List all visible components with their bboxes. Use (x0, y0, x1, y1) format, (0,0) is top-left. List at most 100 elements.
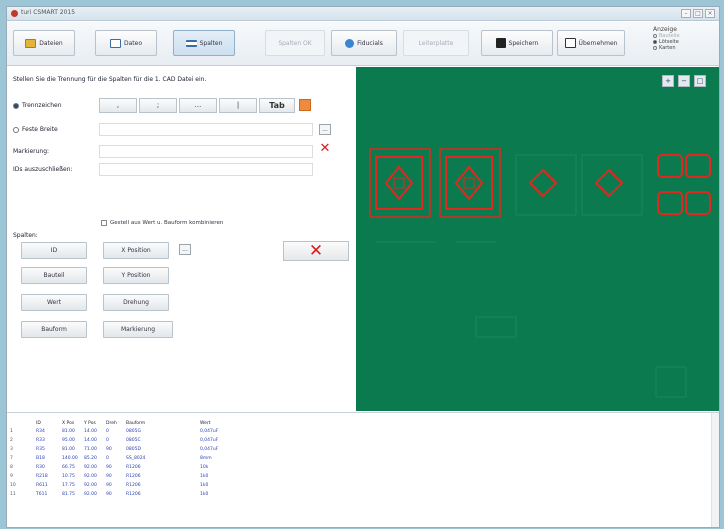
separator-comma-button[interactable]: , (99, 98, 137, 113)
dateo-button[interactable]: Dateo (95, 30, 157, 56)
dateo-label: Dateo (123, 39, 142, 47)
table-cell: 8 (10, 465, 13, 470)
table-cell: 0805G (126, 429, 141, 434)
toolbar: Dateien Dateo Spalten Spalten OK Fiducia… (7, 22, 719, 66)
column-y-position-button[interactable]: Y Position (103, 267, 169, 284)
separator-color-indicator (299, 99, 311, 111)
leiterplatte-button[interactable]: Leiterplatte (403, 30, 469, 56)
table-cell: 10k (200, 465, 209, 470)
table-cell: R218 (36, 474, 48, 479)
table-cell: 14.00 (84, 429, 97, 434)
anzeige-group: Anzeige Bauteile Lötseite Karten (653, 26, 711, 51)
table-cell: 1k0 (200, 474, 209, 479)
table-row[interactable]: 9 R218 10.75 92.00 90 R1206 1k0 (7, 472, 257, 481)
window-controls: – □ × (681, 9, 715, 18)
window-title: turi CSMART 2015 (21, 9, 76, 16)
column-markierung-button[interactable]: Markierung (103, 321, 173, 338)
column-bauform-button[interactable]: Bauform (21, 321, 87, 338)
table-scrollbar[interactable] (711, 413, 719, 527)
checkbox-icon (101, 220, 107, 226)
table-cell: 0 (106, 456, 109, 461)
column-bauteil-button[interactable]: Bauteil (21, 267, 87, 284)
table-cell: R1206 (126, 465, 141, 470)
exclude-ids-input[interactable] (99, 163, 313, 176)
fixed-width-input[interactable] (99, 123, 313, 136)
table-row[interactable]: 11 T611 81.75 92.00 90 R1206 1k0 (7, 490, 257, 499)
radio-icon (13, 126, 19, 133)
footprint-2 (439, 148, 501, 218)
marker-input[interactable] (99, 145, 313, 158)
fixed-width-option[interactable]: Feste Breite (13, 126, 58, 133)
merge-checkbox-row[interactable]: Gestell aus Wert u. Bauform kombinieren (101, 220, 223, 226)
table-row[interactable]: 2 R33 95.00 14.00 0 0805C 0,047uF (7, 436, 257, 445)
table-row[interactable]: 10 R611 17.75 92.00 90 R1206 1k0 (7, 481, 257, 490)
apply-icon (564, 38, 576, 48)
parts-table: ID X Pos Y Pos Dreh Bauform Wert 1 R34 8… (7, 419, 257, 499)
table-header: X Pos (62, 420, 75, 426)
table-cell: 0,047uF (200, 447, 219, 452)
maximize-button[interactable]: □ (693, 9, 703, 18)
columns-label: Spalten: (13, 232, 38, 239)
table-cell: 8mm (200, 456, 212, 461)
table-row[interactable]: 3 R35 81.00 71.00 90 0805D 0,047uF (7, 445, 257, 454)
table-cell: 10 (10, 483, 16, 488)
separator-tab-button[interactable]: Tab (259, 98, 295, 113)
separator-option[interactable]: Trennzeichen (13, 102, 62, 109)
table-row[interactable]: 8 R30 66.75 92.00 90 R1206 10k (7, 463, 257, 472)
column-wert-button[interactable]: Wert (21, 294, 87, 311)
dateien-label: Dateien (39, 39, 63, 47)
table-cell: 17.75 (62, 483, 75, 488)
delete-columns-button[interactable]: ✕ (283, 241, 349, 261)
table-cell: R30 (36, 465, 45, 470)
dateien-button[interactable]: Dateien (13, 30, 75, 56)
footprint-5 (657, 154, 711, 215)
table-cell: 9 (10, 474, 13, 479)
table-cell: R611 (36, 483, 48, 488)
uebernehmen-button[interactable]: Übernehmen (557, 30, 625, 56)
radio-icon (653, 34, 657, 38)
fiducials-button[interactable]: Fiducials (331, 30, 397, 56)
clear-marker-icon[interactable]: ✕ (317, 141, 333, 157)
table-cell: 81.75 (62, 492, 75, 497)
table-header: ID (36, 420, 41, 426)
columns-icon (185, 39, 197, 47)
separator-semicolon-button[interactable]: ; (139, 98, 177, 113)
table-row[interactable]: 7 B18 140.00 85.20 0 SS_8024 8mm (7, 454, 257, 463)
leiterplatte-label: Leiterplatte (418, 39, 454, 47)
fiducial-icon (345, 38, 355, 48)
table-cell: SS_8024 (126, 456, 146, 461)
table-cell: 0805D (126, 447, 141, 452)
table-cell: 92.00 (84, 474, 97, 479)
separator-pipe-button[interactable]: | (219, 98, 257, 113)
table-cell: R34 (36, 429, 45, 434)
save-icon (495, 38, 506, 48)
column-id-button[interactable]: ID (21, 242, 87, 259)
spalten-ok-button[interactable]: Spalten OK (265, 30, 325, 56)
table-cell: 90 (106, 492, 112, 497)
speichern-button[interactable]: Speichern (481, 30, 553, 56)
file-icon (109, 38, 121, 48)
pcb-preview-canvas[interactable]: + − □ (356, 67, 719, 411)
table-cell: 14.00 (84, 438, 97, 443)
column-drehung-button[interactable]: Drehung (103, 294, 169, 311)
table-cell: 92.00 (84, 483, 97, 488)
table-cell: 0805C (126, 438, 141, 443)
anzeige-title: Anzeige (653, 26, 677, 33)
separator-dots-button[interactable]: ... (179, 98, 217, 113)
table-cell: 1k0 (200, 483, 209, 488)
table-row[interactable]: 1 R34 81.00 14.00 0 0805G 0,047uF (7, 427, 257, 436)
speichern-label: Speichern (508, 39, 539, 47)
radio-icon (13, 102, 19, 109)
anzeige-option-karten[interactable]: Karten (653, 45, 711, 51)
minimize-button[interactable]: – (681, 9, 691, 18)
close-button[interactable]: × (705, 9, 715, 18)
column-x-position-button[interactable]: X Position (103, 242, 169, 259)
exclude-ids-label: IDs auszuschließen: (13, 166, 73, 173)
parts-table-area: ID X Pos Y Pos Dreh Bauform Wert 1 R34 8… (7, 412, 719, 527)
column-extra-button[interactable]: ... (179, 244, 191, 255)
footprint-1 (369, 148, 431, 218)
fixed-width-browse-button[interactable]: ... (319, 124, 331, 135)
fixed-width-label: Feste Breite (22, 126, 58, 133)
uebernehmen-label: Übernehmen (578, 39, 618, 47)
spalten-button[interactable]: Spalten (173, 30, 235, 56)
